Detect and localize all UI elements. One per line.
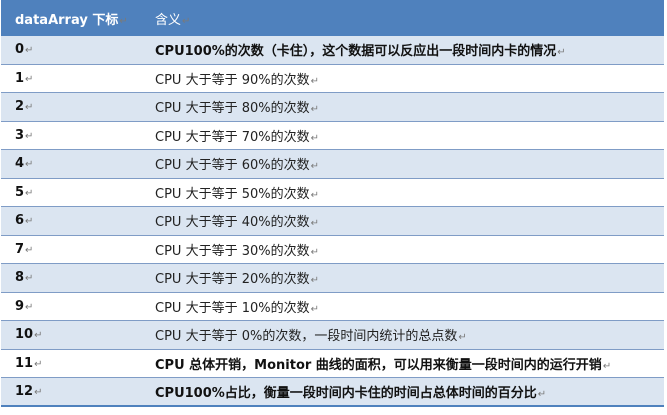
row-index-cell: 9↵ <box>1 292 141 321</box>
data-array-table: dataArray 下标↵ 含义↵ 0↵ CPU100%的次数（卡住），这个数据可… <box>1 0 664 407</box>
row-meaning: CPU100%占比，衡量一段时间内卡住的时间占总体时间的百分比 <box>155 386 537 401</box>
table-header-row: dataArray 下标↵ 含义↵ <box>1 0 664 36</box>
row-meaning-cell: CPU 大于等于 10%的次数↵ <box>141 292 664 321</box>
row-meaning-cell: CPU100%占比，衡量一段时间内卡住的时间占总体时间的百分比↵ <box>141 377 664 407</box>
row-meaning-cell: CPU 大于等于 30%的次数↵ <box>141 235 664 264</box>
paragraph-mark: ↵ <box>537 389 547 400</box>
table-row: 2↵ CPU 大于等于 80%的次数↵ <box>1 92 664 122</box>
paragraph-mark: ↵ <box>557 47 566 58</box>
row-index-cell: 3↵ <box>1 121 141 150</box>
row-meaning: CPU 大于等于 80%的次数 <box>155 101 310 117</box>
row-meaning-cell: CPU 大于等于 50%的次数↵ <box>141 178 664 207</box>
row-index: 6 <box>15 213 25 229</box>
paragraph-mark: ↵ <box>182 15 191 27</box>
table-row: 5↵ CPU 大于等于 50%的次数↵ <box>1 178 664 207</box>
table-row: 0↵ CPU100%的次数（卡住），这个数据可以反应出一段时间内卡的情况↵ <box>1 35 664 65</box>
paragraph-mark: ↵ <box>25 73 34 85</box>
header-meaning-label: 含义 <box>155 12 182 28</box>
row-meaning: CPU 大于等于 20%的次数 <box>155 272 310 288</box>
row-index: 3 <box>15 127 25 143</box>
paragraph-mark: ↵ <box>602 360 612 372</box>
table-row: 10↵ CPU 大于等于 0%的次数，一段时间内统计的总点数↵ <box>1 320 664 350</box>
paragraph-mark: ↵ <box>310 303 319 315</box>
header-index-label: dataArray 下标 <box>15 12 119 28</box>
table-row: 1↵ CPU 大于等于 90%的次数↵ <box>1 64 664 93</box>
paragraph-mark: ↵ <box>25 187 34 199</box>
row-index-cell: 4↵ <box>1 149 141 179</box>
row-meaning-cell: CPU100%的次数（卡住），这个数据可以反应出一段时间内卡的情况↵ <box>141 35 664 65</box>
paragraph-mark: ↵ <box>34 358 43 370</box>
row-index: 10 <box>15 327 34 343</box>
row-index: 11 <box>15 355 34 371</box>
row-meaning-cell: CPU 总体开销，Monitor 曲线的面积，可以用来衡量一段时间内的运行开销↵ <box>141 349 664 378</box>
header-meaning: 含义↵ <box>141 0 664 36</box>
table-row: 4↵ CPU 大于等于 60%的次数↵ <box>1 149 664 179</box>
row-meaning-cell: CPU 大于等于 80%的次数↵ <box>141 92 664 122</box>
row-meaning: CPU 大于等于 50%的次数 <box>155 186 310 202</box>
row-index-cell: 0↵ <box>1 35 141 65</box>
header-index: dataArray 下标↵ <box>1 0 141 36</box>
row-index: 12 <box>15 384 34 399</box>
row-index-cell: 5↵ <box>1 178 141 207</box>
row-index-cell: 11↵ <box>1 349 141 378</box>
table-row: 7↵ CPU 大于等于 30%的次数↵ <box>1 235 664 264</box>
row-index-cell: 10↵ <box>1 320 141 350</box>
paragraph-mark: ↵ <box>310 246 319 258</box>
row-index-cell: 7↵ <box>1 235 141 264</box>
row-index-cell: 6↵ <box>1 206 141 236</box>
row-meaning: CPU 大于等于 60%的次数 <box>155 158 310 174</box>
table-row: 3↵ CPU 大于等于 70%的次数↵ <box>1 121 664 150</box>
row-meaning-cell: CPU 大于等于 0%的次数，一段时间内统计的总点数↵ <box>141 320 664 350</box>
row-index-cell: 12↵ <box>1 377 141 407</box>
row-meaning-cell: CPU 大于等于 60%的次数↵ <box>141 149 664 179</box>
row-meaning: CPU100%的次数（卡住），这个数据可以反应出一段时间内卡的情况 <box>155 44 557 59</box>
paragraph-mark: ↵ <box>25 273 34 285</box>
paragraph-mark: ↵ <box>458 332 467 344</box>
row-index: 0 <box>15 42 25 57</box>
row-index: 8 <box>15 270 25 286</box>
row-index-cell: 1↵ <box>1 64 141 93</box>
paragraph-mark: ↵ <box>310 104 319 116</box>
row-meaning: CPU 大于等于 0%的次数，一段时间内统计的总点数 <box>155 329 458 345</box>
table-row: 8↵ CPU 大于等于 20%的次数↵ <box>1 263 664 293</box>
row-meaning-cell: CPU 大于等于 70%的次数↵ <box>141 121 664 150</box>
paragraph-mark: ↵ <box>25 159 34 171</box>
table-row: 9↵ CPU 大于等于 10%的次数↵ <box>1 292 664 321</box>
table-row: 12↵ CPU100%占比，衡量一段时间内卡住的时间占总体时间的百分比↵ <box>1 377 664 407</box>
row-meaning-cell: CPU 大于等于 40%的次数↵ <box>141 206 664 236</box>
paragraph-mark: ↵ <box>25 301 34 313</box>
row-index: 2 <box>15 99 25 115</box>
row-index: 5 <box>15 184 25 200</box>
row-meaning-cell: CPU 大于等于 90%的次数↵ <box>141 64 664 93</box>
paragraph-mark: ↵ <box>34 387 43 398</box>
paragraph-mark: ↵ <box>25 216 34 228</box>
row-meaning: CPU 大于等于 10%的次数 <box>155 300 310 316</box>
row-meaning: CPU 大于等于 70%的次数 <box>155 129 310 145</box>
paragraph-mark: ↵ <box>310 189 319 201</box>
table-row: 6↵ CPU 大于等于 40%的次数↵ <box>1 206 664 236</box>
row-index-cell: 2↵ <box>1 92 141 122</box>
row-index: 9 <box>15 298 25 314</box>
paragraph-mark: ↵ <box>25 130 34 142</box>
paragraph-mark: ↵ <box>310 132 319 144</box>
row-index: 7 <box>15 241 25 257</box>
paragraph-mark: ↵ <box>34 330 43 342</box>
row-index-cell: 8↵ <box>1 263 141 293</box>
paragraph-mark: ↵ <box>119 15 128 27</box>
paragraph-mark: ↵ <box>310 218 319 230</box>
row-meaning: CPU 大于等于 30%的次数 <box>155 243 310 259</box>
row-meaning: CPU 大于等于 40%的次数 <box>155 215 310 231</box>
row-index: 4 <box>15 156 25 172</box>
paragraph-mark: ↵ <box>310 275 319 287</box>
row-index: 1 <box>15 70 25 86</box>
paragraph-mark: ↵ <box>25 45 34 56</box>
paragraph-mark: ↵ <box>25 244 34 256</box>
row-meaning: CPU 总体开销，Monitor 曲线的面积，可以用来衡量一段时间内的运行开销 <box>155 357 602 373</box>
paragraph-mark: ↵ <box>310 75 319 87</box>
row-meaning: CPU 大于等于 90%的次数 <box>155 72 310 88</box>
row-meaning-cell: CPU 大于等于 20%的次数↵ <box>141 263 664 293</box>
table-row: 11↵ CPU 总体开销，Monitor 曲线的面积，可以用来衡量一段时间内的运行… <box>1 349 664 378</box>
paragraph-mark: ↵ <box>25 102 34 114</box>
paragraph-mark: ↵ <box>310 161 319 173</box>
